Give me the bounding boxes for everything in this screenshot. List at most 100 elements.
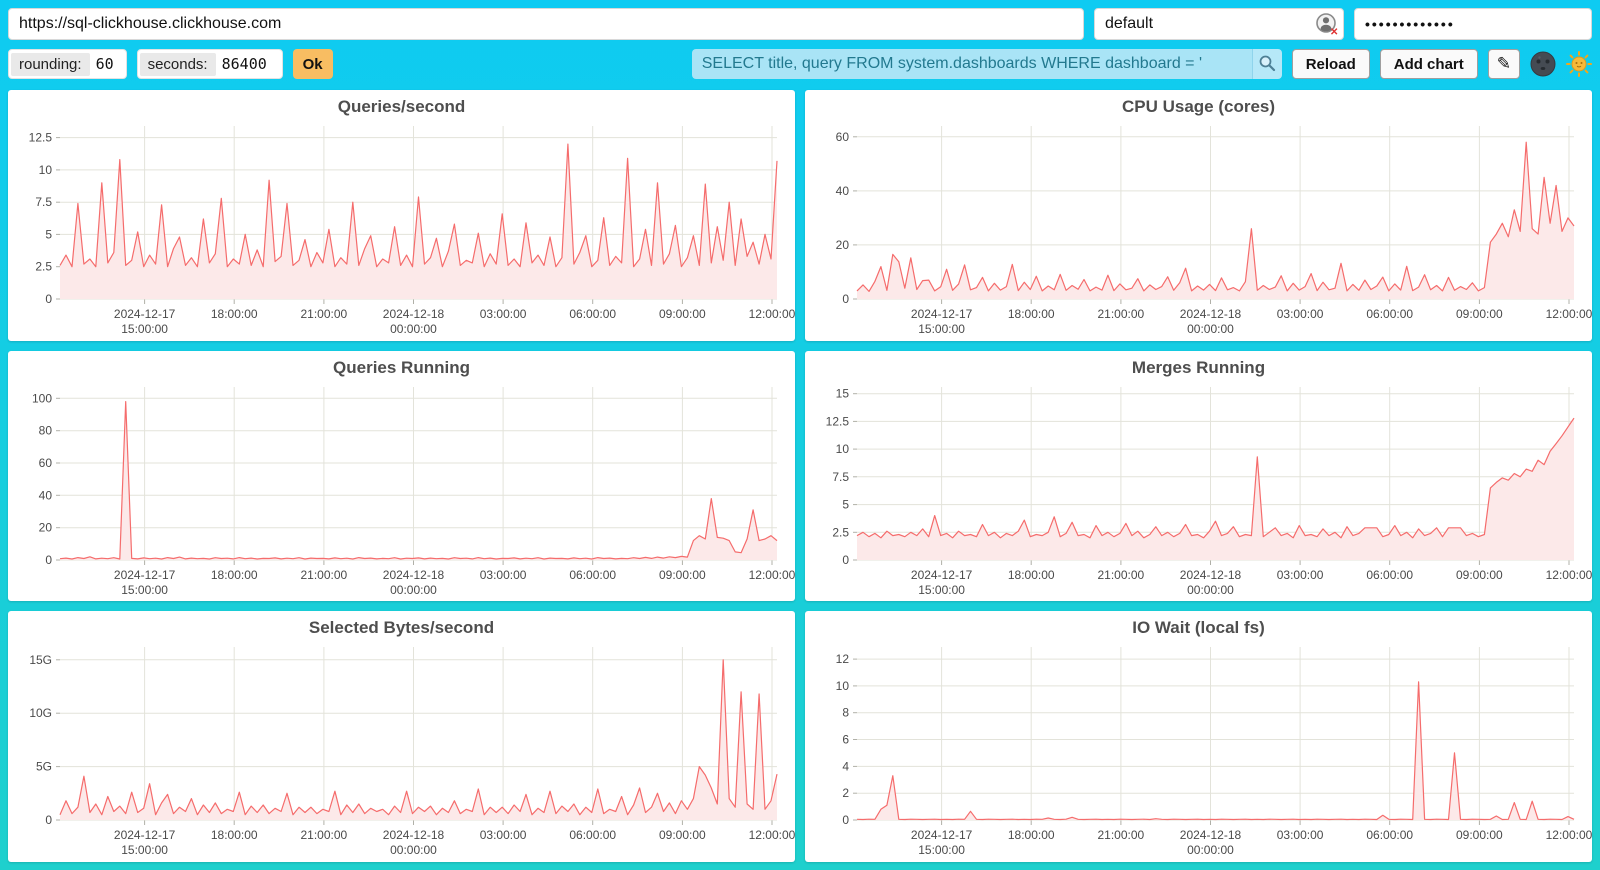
svg-text:03:00:00: 03:00:00 bbox=[1277, 568, 1324, 582]
svg-text:6: 6 bbox=[842, 733, 849, 747]
chart-plot[interactable]: 02.557.51012.5152024-12-1715:00:0018:00:… bbox=[811, 379, 1586, 600]
svg-text:2024-12-18: 2024-12-18 bbox=[1180, 307, 1242, 321]
svg-text:2024-12-17: 2024-12-17 bbox=[114, 568, 176, 582]
chart-canvas[interactable]: 02040602024-12-1715:00:0018:00:0021:00:0… bbox=[811, 118, 1586, 339]
chart-canvas[interactable]: 0246810122024-12-1715:00:0018:00:0021:00… bbox=[811, 639, 1586, 860]
svg-text:15:00:00: 15:00:00 bbox=[918, 583, 965, 597]
chart-card-1: CPU Usage (cores)02040602024-12-1715:00:… bbox=[805, 90, 1592, 341]
svg-text:09:00:00: 09:00:00 bbox=[659, 307, 706, 321]
svg-text:15:00:00: 15:00:00 bbox=[121, 583, 168, 597]
svg-text:12:00:00: 12:00:00 bbox=[1546, 568, 1593, 582]
chart-plot[interactable]: 02040602024-12-1715:00:0018:00:0021:00:0… bbox=[811, 118, 1586, 339]
user-input[interactable] bbox=[1094, 8, 1344, 40]
charts-grid: Queries/second02.557.51012.52024-12-1715… bbox=[8, 90, 1592, 862]
chart-title: CPU Usage (cores) bbox=[811, 94, 1586, 118]
svg-text:06:00:00: 06:00:00 bbox=[1366, 568, 1413, 582]
svg-text:0: 0 bbox=[45, 813, 52, 827]
svg-text:2024-12-18: 2024-12-18 bbox=[383, 828, 445, 842]
svg-text:00:00:00: 00:00:00 bbox=[390, 583, 437, 597]
svg-text:2024-12-18: 2024-12-18 bbox=[1180, 828, 1242, 842]
svg-text:12.5: 12.5 bbox=[826, 414, 850, 428]
rounding-input[interactable] bbox=[90, 52, 124, 76]
svg-text:03:00:00: 03:00:00 bbox=[480, 828, 527, 842]
svg-text:2024-12-18: 2024-12-18 bbox=[1180, 568, 1242, 582]
svg-text:18:00:00: 18:00:00 bbox=[1008, 828, 1055, 842]
svg-text:10: 10 bbox=[39, 163, 53, 177]
pencil-icon: ✎ bbox=[1497, 54, 1511, 73]
svg-text:09:00:00: 09:00:00 bbox=[1456, 307, 1503, 321]
chart-plot[interactable]: 0204060801002024-12-1715:00:0018:00:0021… bbox=[14, 379, 789, 600]
svg-text:12:00:00: 12:00:00 bbox=[1546, 307, 1593, 321]
chart-canvas[interactable]: 05G10G15G2024-12-1715:00:0018:00:0021:00… bbox=[14, 639, 789, 860]
svg-text:12.5: 12.5 bbox=[29, 131, 53, 145]
svg-text:2: 2 bbox=[842, 787, 849, 801]
chart-title: Selected Bytes/second bbox=[14, 615, 789, 639]
url-input[interactable] bbox=[8, 8, 1084, 40]
svg-text:18:00:00: 18:00:00 bbox=[1008, 568, 1055, 582]
svg-text:40: 40 bbox=[836, 184, 850, 198]
svg-text:09:00:00: 09:00:00 bbox=[659, 568, 706, 582]
chart-canvas[interactable]: 02.557.51012.52024-12-1715:00:0018:00:00… bbox=[14, 118, 789, 339]
svg-text:2024-12-17: 2024-12-17 bbox=[114, 828, 176, 842]
svg-text:5: 5 bbox=[45, 227, 52, 241]
svg-text:15G: 15G bbox=[29, 653, 52, 667]
svg-text:21:00:00: 21:00:00 bbox=[300, 568, 347, 582]
connection-bar: ✕ bbox=[8, 8, 1592, 40]
dashboard-query-input[interactable] bbox=[692, 49, 1252, 79]
svg-text:00:00:00: 00:00:00 bbox=[390, 843, 437, 857]
svg-text:0: 0 bbox=[842, 292, 849, 306]
reload-button[interactable]: Reload bbox=[1292, 49, 1370, 79]
dark-theme-icon[interactable] bbox=[1530, 51, 1556, 77]
svg-text:15:00:00: 15:00:00 bbox=[918, 843, 965, 857]
svg-text:12:00:00: 12:00:00 bbox=[749, 307, 796, 321]
svg-text:5: 5 bbox=[842, 497, 849, 511]
svg-text:40: 40 bbox=[39, 488, 53, 502]
svg-text:03:00:00: 03:00:00 bbox=[480, 568, 527, 582]
seconds-input[interactable] bbox=[216, 52, 280, 76]
svg-text:20: 20 bbox=[836, 238, 850, 252]
svg-text:00:00:00: 00:00:00 bbox=[1187, 322, 1234, 336]
edit-button[interactable]: ✎ bbox=[1488, 49, 1520, 79]
svg-text:0: 0 bbox=[45, 292, 52, 306]
search-icon bbox=[1258, 54, 1276, 75]
chart-title: Queries Running bbox=[14, 355, 789, 379]
add-chart-button[interactable]: Add chart bbox=[1380, 49, 1478, 79]
search-button[interactable] bbox=[1252, 49, 1282, 79]
svg-text:100: 100 bbox=[32, 391, 52, 405]
seconds-group: seconds: bbox=[137, 49, 283, 79]
svg-text:2024-12-17: 2024-12-17 bbox=[114, 307, 176, 321]
rounding-label: rounding: bbox=[11, 53, 90, 76]
svg-text:09:00:00: 09:00:00 bbox=[659, 828, 706, 842]
svg-text:06:00:00: 06:00:00 bbox=[569, 568, 616, 582]
svg-text:60: 60 bbox=[39, 456, 53, 470]
svg-text:18:00:00: 18:00:00 bbox=[211, 307, 258, 321]
chart-plot[interactable]: 05G10G15G2024-12-1715:00:0018:00:0021:00… bbox=[14, 639, 789, 860]
svg-text:18:00:00: 18:00:00 bbox=[211, 568, 258, 582]
svg-text:10: 10 bbox=[836, 442, 850, 456]
seconds-label: seconds: bbox=[140, 53, 216, 76]
svg-text:5G: 5G bbox=[36, 760, 52, 774]
svg-text:8: 8 bbox=[842, 706, 849, 720]
svg-text:06:00:00: 06:00:00 bbox=[1366, 307, 1413, 321]
chart-card-3: Merges Running02.557.51012.5152024-12-17… bbox=[805, 351, 1592, 602]
svg-text:12:00:00: 12:00:00 bbox=[1546, 828, 1593, 842]
ok-button[interactable]: Ok bbox=[293, 49, 333, 79]
chart-card-2: Queries Running0204060801002024-12-1715:… bbox=[8, 351, 795, 602]
password-input[interactable] bbox=[1354, 8, 1592, 40]
svg-text:80: 80 bbox=[39, 423, 53, 437]
svg-text:15:00:00: 15:00:00 bbox=[121, 843, 168, 857]
svg-text:21:00:00: 21:00:00 bbox=[300, 307, 347, 321]
chart-plot[interactable]: 0246810122024-12-1715:00:0018:00:0021:00… bbox=[811, 639, 1586, 860]
chart-canvas[interactable]: 0204060801002024-12-1715:00:0018:00:0021… bbox=[14, 379, 789, 600]
svg-text:21:00:00: 21:00:00 bbox=[1097, 307, 1144, 321]
svg-text:60: 60 bbox=[836, 130, 850, 144]
rounding-group: rounding: bbox=[8, 49, 127, 79]
light-theme-icon[interactable] bbox=[1566, 51, 1592, 77]
svg-text:06:00:00: 06:00:00 bbox=[1366, 828, 1413, 842]
password-manager-blocked-icon[interactable]: ✕ bbox=[1315, 12, 1339, 36]
svg-text:15:00:00: 15:00:00 bbox=[918, 322, 965, 336]
chart-plot[interactable]: 02.557.51012.52024-12-1715:00:0018:00:00… bbox=[14, 118, 789, 339]
svg-text:06:00:00: 06:00:00 bbox=[569, 307, 616, 321]
svg-text:09:00:00: 09:00:00 bbox=[1456, 568, 1503, 582]
chart-canvas[interactable]: 02.557.51012.5152024-12-1715:00:0018:00:… bbox=[811, 379, 1586, 600]
